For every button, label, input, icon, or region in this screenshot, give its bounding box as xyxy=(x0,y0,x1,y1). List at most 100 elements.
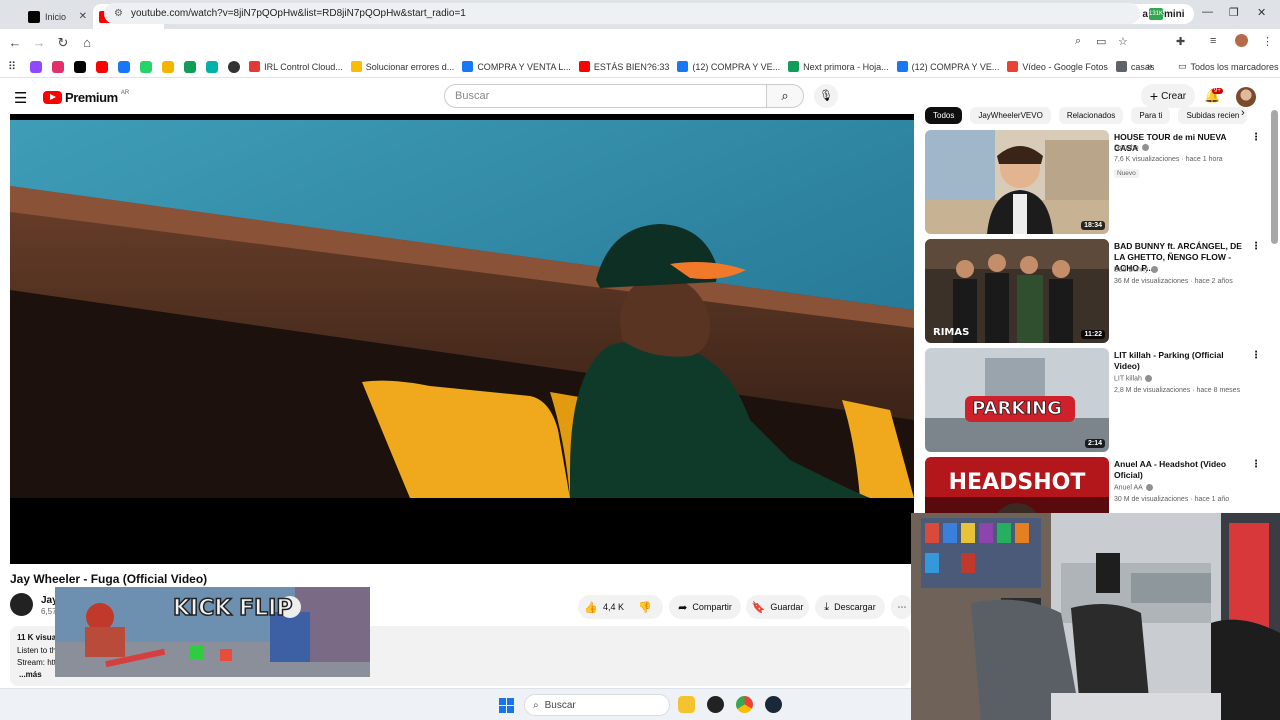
sheets-icon[interactable] xyxy=(184,60,197,73)
close-window-icon[interactable]: ✕ xyxy=(1257,6,1266,19)
restore-icon[interactable]: ❐ xyxy=(1229,6,1239,19)
taskbar-search[interactable]: ⌕ Buscar xyxy=(524,694,670,716)
extensions-icon[interactable]: ✚ xyxy=(1176,35,1185,48)
site-info-icon[interactable]: ⚙ xyxy=(114,8,123,19)
channel-label: Bad Bunny xyxy=(1114,266,1149,274)
recommendation-channel[interactable]: LIT killah xyxy=(1114,375,1152,382)
video-player[interactable] xyxy=(10,114,914,564)
address-bar-row: ← → ↻ ⌂ xyxy=(0,29,1280,56)
chrome-icon[interactable] xyxy=(736,696,753,713)
thumb-text: PARKING xyxy=(972,398,1062,419)
instagram-icon[interactable] xyxy=(52,60,65,73)
recommendation-channel[interactable]: Goncho xyxy=(1114,144,1149,151)
bookmark-item[interactable]: COMPRA Y VENTA L... xyxy=(462,61,571,72)
filter-chip[interactable]: Para ti xyxy=(1131,107,1171,124)
recommendation-item[interactable]: RIMAS 11:22 BAD BUNNY ft. ARCÁNGEL, DE LA … xyxy=(925,239,1261,343)
save-button[interactable]: 🔖 Guardar xyxy=(746,595,809,619)
recommendation-channel[interactable]: Anuel AA xyxy=(1114,484,1153,491)
youtube-icon[interactable] xyxy=(96,60,109,73)
more-options-icon[interactable]: ⋮ xyxy=(1251,459,1261,470)
filter-chip[interactable]: JayWheelerVEVO xyxy=(970,107,1051,124)
filter-chip[interactable]: Subidas recien xyxy=(1178,107,1248,124)
bookmark-item[interactable]: ESTÁS BIEN?6:33 xyxy=(578,61,669,72)
globe-icon[interactable] xyxy=(228,60,241,73)
x-icon[interactable] xyxy=(74,60,87,73)
recommendation-title[interactable]: Anuel AA - Headshot (Video Oficial) xyxy=(1114,459,1250,481)
taskbar-search-label: Buscar xyxy=(544,699,576,711)
forward-icon[interactable]: → xyxy=(27,35,51,50)
close-tab-icon[interactable]: ✕ xyxy=(79,11,87,22)
bookmark-item[interactable]: Next primora - Hoja... xyxy=(788,61,889,72)
thumbs-up-icon[interactable]: 👍 xyxy=(584,601,598,614)
menu-icon[interactable]: ☰ xyxy=(14,89,27,107)
chevron-right-icon[interactable]: › xyxy=(1241,107,1245,119)
download-button[interactable]: ⤓ Descargar xyxy=(815,595,885,619)
back-icon[interactable]: ← xyxy=(3,35,27,50)
create-button[interactable]: + Crear xyxy=(1141,84,1195,108)
video-thumbnail[interactable]: PARKING 2:14 xyxy=(925,348,1109,452)
app-icon[interactable] xyxy=(707,696,724,713)
youtube-logo[interactable]: Premium AR xyxy=(43,90,129,105)
view-count: 7,6 K visualizaciones xyxy=(1114,156,1180,163)
minimize-icon[interactable]: — xyxy=(1202,6,1213,18)
country-code: AR xyxy=(120,90,130,96)
video-thumbnail[interactable]: RIMAS 11:22 xyxy=(925,239,1109,343)
bookmark-item[interactable]: (12) COMPRA Y VE... xyxy=(896,61,999,72)
channel-label: Anuel AA xyxy=(1114,484,1143,492)
notification-badge: 9+ xyxy=(1212,88,1223,94)
home-icon[interactable]: ⌂ xyxy=(75,35,99,50)
share-button[interactable]: ➦ Compartir xyxy=(669,595,741,619)
media-icon[interactable]: ≡ xyxy=(1210,35,1216,47)
zoom-icon[interactable]: ⌕ xyxy=(1075,35,1081,48)
filter-chip[interactable]: Relacionados xyxy=(1058,107,1124,124)
show-more-link[interactable]: ...más xyxy=(19,670,42,679)
video-thumbnail[interactable]: 18:34 xyxy=(925,130,1109,234)
chrome-menu-icon[interactable]: ⋮ xyxy=(1262,35,1273,48)
filter-chip[interactable]: Todos xyxy=(925,107,963,124)
search-input[interactable]: Buscar xyxy=(444,84,767,108)
more-options-icon[interactable]: ⋮ xyxy=(1251,350,1261,361)
recommendation-channel[interactable]: Bad Bunny xyxy=(1114,266,1159,274)
reload-icon[interactable]: ↻ xyxy=(51,35,75,51)
search-icon: ⌕ xyxy=(533,699,539,711)
avatar[interactable] xyxy=(1236,87,1256,107)
more-bookmarks-icon[interactable]: » xyxy=(1147,61,1153,72)
url-field[interactable]: ⚙ youtube.com/watch?v=8jiN7pQOpHw&list=R… xyxy=(104,3,1140,24)
thumbs-down-icon[interactable]: 👎 xyxy=(638,601,652,614)
extension-badge[interactable]: 131K xyxy=(1149,8,1163,20)
recommendation-item[interactable]: 18:34 HOUSE TOUR de mi NUEVA CASA Goncho 7,… xyxy=(925,130,1261,234)
more-options-icon[interactable]: ⋮ xyxy=(1251,241,1261,252)
file-explorer-icon[interactable] xyxy=(678,696,695,713)
bookmark-star-icon[interactable]: ☆ xyxy=(1118,35,1128,48)
whatsapp-icon[interactable] xyxy=(140,60,153,73)
steam-icon[interactable] xyxy=(765,696,782,713)
app-icon[interactable] xyxy=(206,60,219,73)
profile-icon[interactable] xyxy=(1235,34,1248,47)
more-actions-button[interactable]: ⋯ xyxy=(891,595,913,619)
install-icon[interactable]: ▭ xyxy=(1096,35,1106,48)
all-bookmarks[interactable]: ▭ Todos los marcadores xyxy=(1178,61,1279,72)
url-text: youtube.com/watch?v=8jiN7pQOpHw&list=RD8… xyxy=(130,8,466,19)
bookmark-item[interactable]: Solucionar errores d... xyxy=(350,61,454,72)
like-count[interactable]: 4,4 K xyxy=(603,602,624,612)
more-options-icon[interactable]: ⋮ xyxy=(1251,132,1261,143)
voice-search-button[interactable]: 🎙 xyxy=(814,84,838,108)
bookmark-item[interactable]: (12) COMPRA Y VE... xyxy=(677,61,780,72)
recommendation-item[interactable]: PARKING 2:14 LIT killah - Parking (Officia… xyxy=(925,348,1261,452)
twitch-icon[interactable] xyxy=(30,60,43,73)
scrollbar[interactable] xyxy=(1271,110,1278,244)
search-placeholder: Buscar xyxy=(455,90,490,102)
recommendation-title[interactable]: LIT killah - Parking (Official Video) xyxy=(1114,350,1250,372)
windows-start-icon[interactable] xyxy=(499,698,514,713)
apps-icon[interactable]: ⠿ xyxy=(8,60,16,73)
bookmark-item[interactable]: Vídeo - Google Fotos xyxy=(1007,61,1108,72)
channel-avatar[interactable] xyxy=(10,593,33,616)
search-button[interactable]: ⌕ xyxy=(766,84,804,108)
thumb-text: RIMAS xyxy=(933,327,969,338)
facebook-icon[interactable] xyxy=(118,60,131,73)
save-label: Guardar xyxy=(770,602,804,612)
google-icon[interactable] xyxy=(162,60,175,73)
upload-age: hace 1 año xyxy=(1194,496,1230,503)
browser-tab[interactable]: Inicio ✕ xyxy=(22,4,93,29)
bookmark-item[interactable]: IRL Control Cloud... xyxy=(249,61,343,72)
